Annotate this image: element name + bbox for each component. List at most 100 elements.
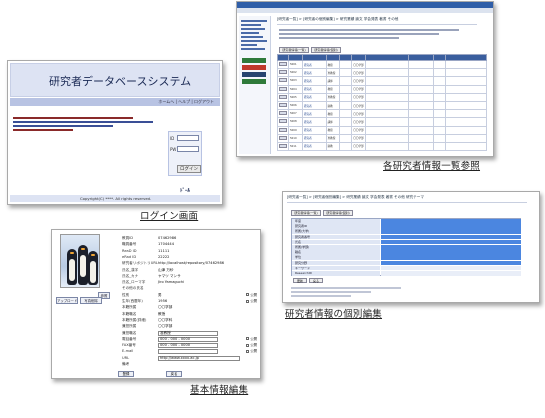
edit-button[interactable] (279, 135, 287, 140)
checkbox-icon[interactable] (246, 343, 250, 347)
cell-dept: 〇〇学部 (351, 109, 366, 119)
side-banner[interactable] (242, 79, 266, 84)
checkbox-icon[interactable] (246, 299, 250, 303)
table-row[interactable]: 5009 研究者 教授 〇〇学部 (277, 125, 488, 135)
cell-name: 研究者 (301, 84, 327, 94)
form-label: ResearchID (292, 271, 380, 277)
researcher-photo (60, 234, 100, 288)
cell-empty (444, 68, 488, 78)
side-menu-link[interactable] (241, 48, 265, 50)
cell-dept: 〇〇学部 (351, 117, 366, 127)
table-row[interactable]: 5001 研究者 教授 〇〇学部 (277, 59, 488, 70)
tab-list[interactable]: 研究者情報(一覧) (279, 47, 309, 53)
edit-button[interactable] (279, 62, 287, 67)
bar-link-text[interactable]: ホームへ | ヘルプ | ログアウト (158, 98, 214, 106)
login-header-bar: ホームへ | ヘルプ | ログアウト (10, 98, 220, 106)
cell-empty (339, 125, 353, 135)
cell-dept: 〇〇学部 (351, 84, 366, 94)
update-button[interactable]: 更新 (293, 278, 307, 283)
login-button[interactable]: ログイン (177, 165, 201, 173)
cell-empty (433, 141, 446, 152)
cell-empty (364, 133, 409, 143)
edit-button[interactable] (279, 70, 287, 75)
form-row: ResearchID (292, 271, 522, 277)
edit-button[interactable] (279, 78, 287, 83)
detail-form: 年度 研究者ID 所属(大学) 研究者番号 氏名 所属(学部) 職名 学位 研究分野 キーワード R… (291, 218, 522, 277)
side-menu-link[interactable] (241, 20, 267, 22)
user-id-input[interactable] (177, 135, 199, 141)
cell-empty (407, 84, 435, 94)
back-button[interactable]: 戻る (309, 278, 323, 283)
delete-photo-button[interactable]: 写真削除 (80, 297, 102, 304)
table-row[interactable]: 5008 研究者 講師 〇〇学部 (277, 117, 488, 127)
back-button[interactable]: 戻る (166, 371, 182, 377)
cell-empty (339, 68, 353, 78)
checkbox-icon[interactable] (246, 293, 250, 297)
tab-individual[interactable]: 研究者情報(個別) (323, 210, 353, 216)
edit-button[interactable] (279, 119, 287, 124)
checkbox-icon[interactable] (246, 337, 250, 341)
checkbox-icon[interactable] (246, 349, 250, 353)
table-row[interactable]: 5011 研究者 助教 〇〇学部 (277, 141, 488, 152)
side-menu-link[interactable] (241, 24, 261, 26)
password-input[interactable] (177, 146, 199, 152)
table-row[interactable]: 5007 研究者 教授 〇〇学部 (277, 109, 488, 119)
side-menu-link[interactable] (241, 44, 257, 46)
cell-empty (339, 76, 353, 86)
cell-empty (364, 109, 409, 119)
breadcrumb[interactable]: [研究者一覧] > [研究者の個別編集] > 研究業績 論文 学会発表 著書 そ… (277, 17, 398, 22)
side-banner[interactable] (242, 65, 266, 70)
cell-empty (433, 109, 446, 119)
description-line (279, 37, 399, 39)
side-banner[interactable] (242, 72, 266, 77)
register-button[interactable]: 登録 (118, 371, 134, 377)
tab-list[interactable]: 研究者情報(一覧) (291, 210, 321, 216)
note-line (291, 287, 401, 289)
table-row[interactable]: 5003 研究者 講師 〇〇学部 (277, 76, 488, 86)
cell-empty (339, 84, 353, 94)
cell-empty (444, 133, 488, 143)
side-banner[interactable] (242, 58, 266, 63)
cell-name: 研究者 (301, 141, 327, 152)
cell-title: 講師 (325, 76, 341, 86)
side-menu-link[interactable] (241, 28, 265, 30)
table-row[interactable]: 5006 研究者 助教 〇〇学部 (277, 100, 488, 111)
table-row[interactable]: 5005 研究者 准教授 〇〇学部 (277, 92, 488, 102)
breadcrumb[interactable]: [研究者一覧] > [研究者個別編集] > 研究業績 論文 学会発表 著書 その… (287, 195, 424, 200)
side-menu-link[interactable] (241, 32, 259, 34)
info-input[interactable] (158, 349, 218, 355)
separator (287, 202, 527, 203)
edit-button[interactable] (279, 94, 287, 99)
cell-empty (339, 117, 353, 127)
id-label: ID (170, 136, 175, 141)
cell-empty (364, 59, 409, 70)
cell-empty (444, 59, 488, 70)
cell-empty (339, 133, 353, 143)
edit-button[interactable] (279, 103, 287, 108)
cell (277, 84, 289, 94)
cell-empty (444, 141, 488, 152)
edit-button[interactable] (279, 86, 287, 91)
edit-button[interactable] (279, 127, 287, 132)
side-menu-link[interactable] (241, 36, 263, 38)
cell-dept: 〇〇学部 (351, 100, 366, 111)
edit-button[interactable] (279, 111, 287, 116)
cell-empty (407, 100, 435, 111)
system-title: 研究者データベースシステム (49, 75, 192, 88)
form-input[interactable] (381, 271, 521, 277)
side-menu-link[interactable] (241, 40, 267, 42)
upload-photo-button[interactable]: アップロード (56, 297, 78, 304)
cell-name: 研究者 (301, 133, 327, 143)
table-row[interactable]: 5004 研究者 教授 〇〇学部 (277, 84, 488, 94)
penguin-figure (78, 245, 88, 285)
cell (277, 117, 289, 127)
info-row: 備考 (122, 361, 257, 368)
cell-name: 研究者 (301, 59, 327, 70)
edit-button[interactable] (279, 143, 287, 148)
table-row[interactable]: 5002 研究者 准教授 〇〇学部 (277, 68, 488, 78)
caption-list: 各研究者情報一覧参照 (383, 161, 481, 172)
tab-individual[interactable]: 研究者情報(個別) (311, 47, 341, 53)
table-row[interactable]: 5010 研究者 准教授 〇〇学部 (277, 133, 488, 143)
cell (277, 92, 289, 102)
cell-empty (339, 100, 353, 111)
